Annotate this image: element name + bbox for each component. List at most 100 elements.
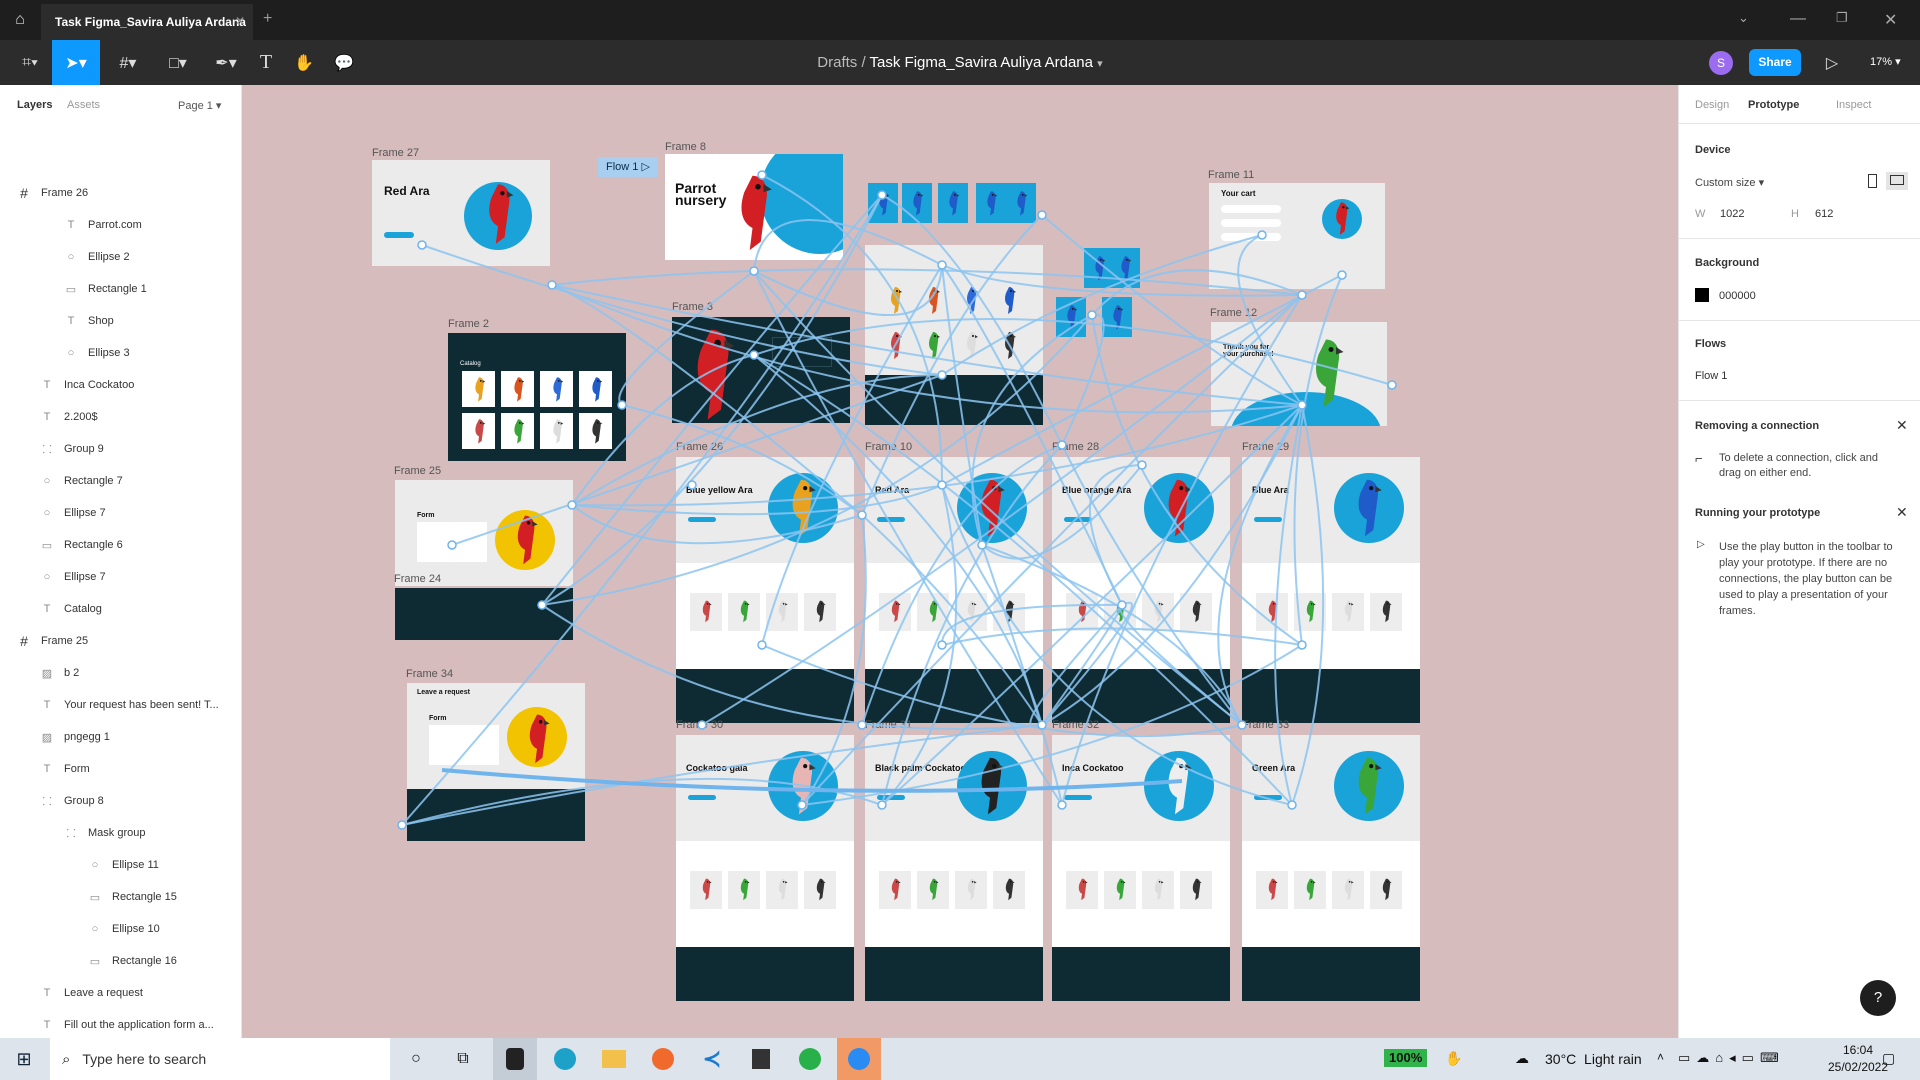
page-selector[interactable]: Page 1 ▾	[178, 99, 221, 112]
text-layer-icon: T	[43, 1019, 51, 1031]
minimize-icon[interactable]: —	[1790, 10, 1806, 28]
layer-name: Frame 26	[41, 187, 89, 199]
tab-layers[interactable]: Layers	[17, 99, 52, 111]
whatsapp-icon[interactable]	[788, 1038, 832, 1080]
notification-icon[interactable]: ▢	[1882, 1050, 1895, 1067]
page-name: Page 1	[178, 100, 213, 112]
width-input[interactable]: 1022	[1720, 208, 1744, 220]
window-close-icon[interactable]: ✕	[1884, 10, 1897, 30]
layer-item[interactable]: ▭ Rectangle 1	[0, 273, 240, 305]
layer-item[interactable]: T 2.200$	[0, 401, 240, 433]
tab-assets[interactable]: Assets	[67, 99, 100, 111]
layer-item[interactable]: T Catalog	[0, 593, 240, 625]
tab-design[interactable]: Design	[1695, 99, 1729, 111]
cortana-icon[interactable]: ○	[396, 1038, 436, 1080]
layer-item[interactable]: T Fill out the application form a...	[0, 1009, 240, 1041]
height-input[interactable]: 612	[1815, 208, 1833, 220]
layer-item[interactable]: ○ Ellipse 10	[0, 913, 240, 945]
layer-name: Ellipse 10	[112, 923, 160, 935]
layer-item[interactable]: T Shop	[0, 305, 240, 337]
layer-item[interactable]: # Frame 25	[0, 625, 240, 657]
avatar[interactable]: S	[1709, 51, 1733, 75]
system-tray-icons[interactable]: ▭☁⌂◂▭⌨	[1678, 1050, 1785, 1066]
layer-item[interactable]: # Frame 26	[0, 177, 240, 209]
figma-app-icon[interactable]	[493, 1038, 537, 1080]
play-icon: ▷	[1697, 539, 1705, 550]
layer-item[interactable]: ○ Ellipse 7	[0, 497, 240, 529]
chevron-down-icon[interactable]: ▾	[1097, 58, 1103, 70]
layer-item[interactable]: ▭ Rectangle 6	[0, 529, 240, 561]
layer-item[interactable]: ▨ b 2	[0, 657, 240, 689]
ellipse-layer-icon: ○	[43, 507, 51, 519]
close-icon[interactable]: ✕	[1896, 504, 1908, 521]
layer-item[interactable]: T Parrot.com	[0, 209, 240, 241]
home-icon[interactable]: ⌂	[0, 0, 40, 40]
layer-name: Catalog	[64, 603, 102, 615]
edge-icon[interactable]	[543, 1038, 587, 1080]
present-icon[interactable]: ▷	[1812, 40, 1852, 85]
firefox-icon[interactable]	[641, 1038, 685, 1080]
help-button[interactable]: ?	[1860, 980, 1896, 1016]
canvas[interactable]: Frame 27 Red Ara Frame 8 Parrot nursery Fram…	[242, 85, 1678, 1038]
layer-item[interactable]: ▭ Rectangle 15	[0, 881, 240, 913]
drafts-link[interactable]: Drafts	[817, 54, 857, 71]
background-value[interactable]: 000000	[1719, 290, 1756, 302]
background-title: Background	[1695, 257, 1760, 269]
zoom-value: 17%	[1870, 56, 1893, 68]
new-tab-icon[interactable]: +	[263, 10, 272, 28]
toolbar: ⌗▾ ➤▾ #▾ □▾ ✒▾ T ✋ 💬 Drafts / Task Figma…	[0, 40, 1920, 85]
notepad-icon[interactable]	[739, 1038, 783, 1080]
close-icon[interactable]: ✕	[1896, 417, 1908, 434]
device-select[interactable]: Custom size ▾	[1695, 176, 1764, 189]
layer-item[interactable]: ▭ Rectangle 16	[0, 945, 240, 977]
share-button[interactable]: Share	[1749, 49, 1801, 76]
layer-name: Ellipse 3	[88, 347, 130, 359]
divider	[1679, 123, 1920, 124]
battery-indicator[interactable]: 100%	[1384, 1049, 1428, 1067]
task-view-icon[interactable]: ⧉	[443, 1038, 483, 1080]
divider	[1679, 238, 1920, 239]
layer-item[interactable]: ⸬ Group 9	[0, 433, 240, 465]
breadcrumb[interactable]: Drafts / Task Figma_Savira Auliya Ardana…	[0, 54, 1920, 71]
restore-icon[interactable]: ❐	[1836, 10, 1848, 26]
tray-chevron-icon[interactable]: ˄	[1657, 1050, 1664, 1064]
vscode-icon[interactable]: ≺	[690, 1038, 734, 1080]
file-name[interactable]: Task Figma_Savira Auliya Ardana	[870, 54, 1093, 71]
portrait-icon[interactable]	[1868, 174, 1877, 188]
layer-item[interactable]: T Inca Cockatoo	[0, 369, 240, 401]
landscape-icon[interactable]	[1886, 172, 1908, 190]
layer-item[interactable]: T Leave a request	[0, 977, 240, 1009]
ellipse-layer-icon: ○	[43, 475, 51, 487]
layer-item[interactable]: ○ Ellipse 3	[0, 337, 240, 369]
layer-item[interactable]: ○ Ellipse 2	[0, 241, 240, 273]
file-explorer-icon[interactable]	[592, 1038, 636, 1080]
background-swatch[interactable]	[1695, 288, 1709, 302]
layer-item[interactable]: ○ Ellipse 11	[0, 849, 240, 881]
text-layer-icon: T	[43, 987, 51, 999]
tab-inspect[interactable]: Inspect	[1836, 99, 1871, 111]
layer-item[interactable]: T Your request has been sent! T...	[0, 689, 240, 721]
tab-prototype[interactable]: Prototype	[1748, 99, 1799, 111]
text-layer-icon: T	[43, 763, 51, 775]
layer-item[interactable]: ○ Ellipse 7	[0, 561, 240, 593]
close-tab-icon[interactable]: ✕	[235, 14, 245, 28]
zoom-level[interactable]: 17% ▾	[1870, 55, 1901, 68]
layer-name: b 2	[64, 667, 80, 679]
flow-item[interactable]: Flow 1	[1695, 370, 1727, 382]
file-tab[interactable]: Task Figma_Savira Auliya Ardana ✕	[41, 4, 253, 40]
search-placeholder: Type here to search	[82, 1051, 207, 1067]
layer-item[interactable]: ○ Rectangle 7	[0, 465, 240, 497]
rect-layer-icon: ▭	[89, 891, 101, 904]
layer-item[interactable]: ⸬ Group 8	[0, 785, 240, 817]
touch-icon[interactable]: ✋	[1445, 1050, 1462, 1067]
messenger-icon[interactable]	[837, 1038, 881, 1080]
layer-name: Group 9	[64, 443, 104, 455]
taskbar-search[interactable]: ⌕ Type here to search	[50, 1038, 390, 1080]
windows-start-icon[interactable]: ⊞	[0, 1038, 48, 1080]
layer-item[interactable]: ⸬ Mask group	[0, 817, 240, 849]
weather-text[interactable]: 30°C Light rain	[1545, 1051, 1642, 1067]
ellipse-layer-icon: ○	[43, 571, 51, 583]
layer-item[interactable]: T Form	[0, 753, 240, 785]
chevron-down-icon[interactable]: ⌄	[1738, 10, 1749, 26]
layer-item[interactable]: ▨ pngegg 1	[0, 721, 240, 753]
